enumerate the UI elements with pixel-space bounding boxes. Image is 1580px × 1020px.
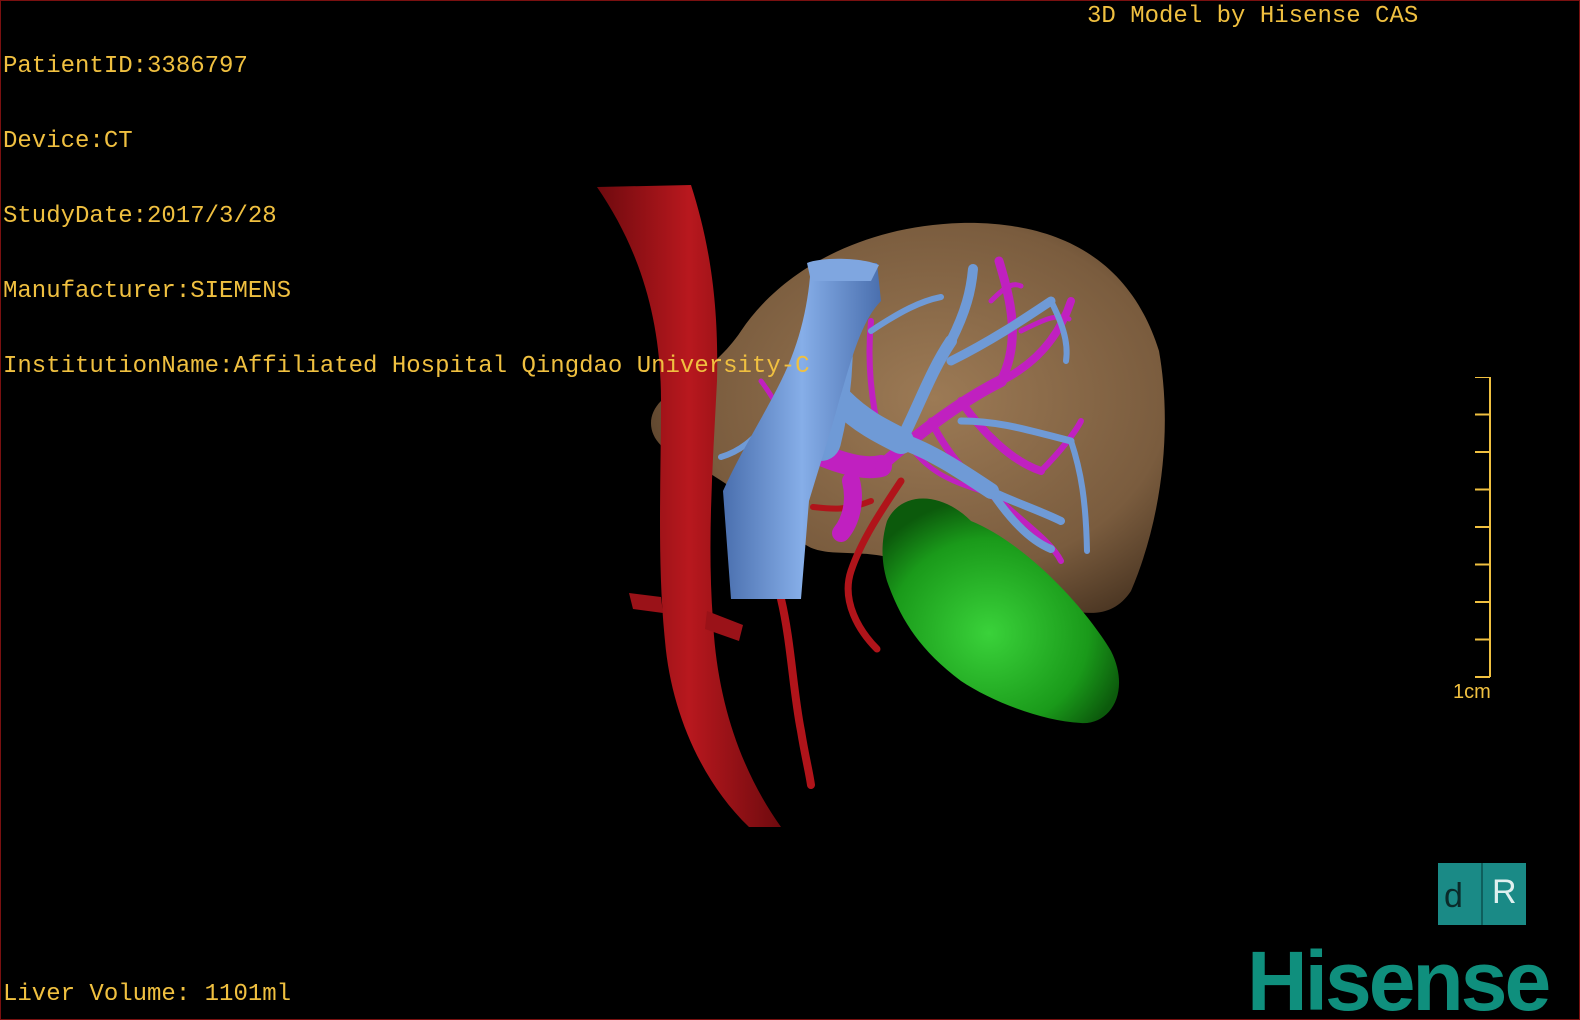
institution-name: InstitutionName:Affiliated Hospital Qing… bbox=[3, 353, 810, 380]
patient-id: PatientID:3386797 bbox=[3, 53, 248, 80]
hepatic-artery-lower bbox=[777, 595, 815, 789]
orientation-right-glyph: R bbox=[1492, 873, 1517, 911]
study-date: StudyDate:2017/3/28 bbox=[3, 203, 277, 230]
hisense-logo: Hisense bbox=[1247, 934, 1551, 1020]
aorta-branch-left bbox=[629, 593, 663, 613]
3d-viewport[interactable]: PatientID:3386797 Device:CT StudyDate:20… bbox=[0, 0, 1580, 1020]
scale-bar bbox=[1475, 377, 1491, 678]
orientation-cube[interactable]: d R bbox=[1438, 863, 1526, 925]
dicom-metadata: PatientID:3386797 Device:CT StudyDate:20… bbox=[3, 4, 810, 429]
manufacturer: Manufacturer:SIEMENS bbox=[3, 278, 292, 305]
orientation-left-glyph: d bbox=[1444, 877, 1463, 915]
model-watermark: 3D Model by Hisense CAS bbox=[1087, 3, 1419, 30]
device: Device:CT bbox=[3, 128, 133, 155]
scale-bar-label: 1cm bbox=[1453, 681, 1491, 703]
portal-vein-cap bbox=[807, 258, 879, 281]
liver-volume: Liver Volume: 1101ml bbox=[3, 981, 292, 1008]
